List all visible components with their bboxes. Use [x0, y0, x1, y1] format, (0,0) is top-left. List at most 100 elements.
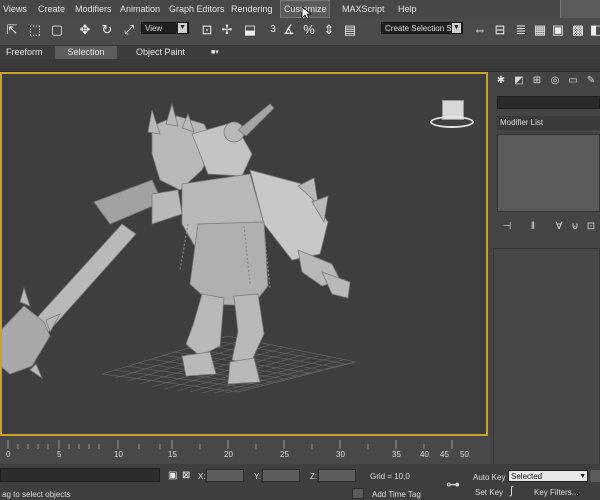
ribbon-panel-strip	[0, 59, 600, 72]
status-bar: ▣ ⊠ X: Y: Z: Grid = 10,0 ag to select ob…	[0, 464, 490, 500]
tick-label: 40	[420, 450, 429, 459]
prompt-text: ag to select objects	[2, 490, 71, 499]
selection-set-dropdown[interactable]: Create Selection Se ▼	[381, 22, 463, 34]
keyboard-shortcut-icon[interactable]: ⬓	[241, 21, 259, 39]
set-key-button[interactable]: Set Key	[475, 488, 503, 497]
create-panel-icon[interactable]: ✱	[494, 74, 508, 88]
tick-label: 0	[6, 450, 11, 459]
pin-stack-icon[interactable]: ⊣	[500, 220, 514, 234]
selection-set-value: Create Selection Se	[385, 24, 457, 33]
menu-create[interactable]: Create	[35, 0, 68, 18]
select-region-icon[interactable]: ▢	[48, 21, 66, 39]
mirror-icon[interactable]: ⇔	[471, 21, 489, 39]
display-panel-icon[interactable]: ▭	[566, 74, 580, 88]
rotate-icon[interactable]: ↻	[98, 21, 116, 39]
move-icon[interactable]: ✥	[76, 21, 94, 39]
modifier-list-label: Modifier List	[500, 118, 544, 127]
show-end-result-icon[interactable]: ‖	[526, 220, 540, 234]
main-toolbar: ⇱ ⬚ ▢ ✥ ↻ ⤢ View ▼ ⊡ ✢ ⬓ 3 ∡ % ⇕ ▤ Creat…	[0, 18, 600, 46]
grid-spacing: Grid = 10,0	[370, 472, 410, 481]
object-name-field[interactable]	[497, 96, 600, 109]
key-filters-button[interactable]: Key Filters...	[534, 488, 578, 497]
add-time-tag-button[interactable]: Add Time Tag	[372, 490, 421, 499]
menu-modifiers[interactable]: Modifiers	[72, 0, 115, 18]
chevron-down-icon: ▼	[178, 23, 187, 33]
viewcube[interactable]	[430, 100, 476, 132]
ribbon-tabs: Freeform Selection Object Paint ■▾	[0, 46, 600, 59]
ribbon-options-icon[interactable]: ■▾	[205, 46, 229, 59]
render-setup-icon[interactable]: ◧	[587, 21, 600, 39]
edit-named-selection-icon[interactable]: ▤	[341, 21, 359, 39]
z-coordinate-field[interactable]	[318, 469, 356, 482]
layer-manager-icon[interactable]: ≣	[512, 21, 530, 39]
utilities-panel-icon[interactable]: ✎	[584, 74, 598, 88]
time-tag-icon[interactable]	[352, 488, 364, 499]
track-bar[interactable]: 0 5 10 15 20 25 30 35 40 45 50	[0, 436, 490, 464]
key-mode-toggle[interactable]	[590, 470, 600, 482]
key-tangent-icon[interactable]: ∫	[510, 485, 513, 497]
menu-animation[interactable]: Animation	[117, 0, 163, 18]
viewport-scene	[2, 102, 357, 394]
tick-label: 20	[224, 450, 233, 459]
modifier-list-dropdown[interactable]: Modifier List	[497, 116, 600, 130]
tab-selection[interactable]: Selection	[55, 46, 117, 59]
lock-selection-icon[interactable]: ▣	[168, 470, 180, 482]
tick-label: 30	[336, 450, 345, 459]
timeline-ruler	[7, 440, 453, 449]
x-coordinate-field[interactable]	[206, 469, 244, 482]
configure-sets-icon[interactable]: ⊡	[584, 220, 598, 234]
snap-number: 3	[270, 24, 276, 35]
material-editor-icon[interactable]: ▩	[569, 21, 587, 39]
select-link-icon[interactable]: ⇱	[3, 21, 21, 39]
tick-label: 45	[440, 450, 449, 459]
spinner-snap-icon[interactable]: ⇕	[320, 21, 338, 39]
motion-panel-icon[interactable]: ◎	[548, 74, 562, 88]
reference-coord-value: View	[145, 24, 163, 33]
tick-label: 50	[460, 450, 469, 459]
menu-help[interactable]: Help	[395, 0, 420, 18]
set-key-mode-icon[interactable]: ⊶	[446, 476, 460, 493]
x-label: X:	[198, 472, 206, 481]
key-selection-dropdown[interactable]: Selected ▼	[508, 470, 588, 482]
viewcube-ring[interactable]	[430, 116, 474, 128]
auto-key-button[interactable]: Auto Key	[473, 473, 505, 482]
schematic-view-icon[interactable]: ▣	[549, 21, 567, 39]
menu-maxscript[interactable]: MAXScript	[339, 0, 388, 18]
tick-label: 35	[392, 450, 401, 459]
chevron-down-icon: ▼	[579, 473, 586, 480]
key-selection-value: Selected	[511, 472, 543, 481]
z-label: Z:	[310, 472, 318, 481]
menu-rendering[interactable]: Rendering	[228, 0, 276, 18]
absolute-mode-icon[interactable]: ⊠	[182, 470, 194, 482]
hierarchy-panel-icon[interactable]: ⊞	[530, 74, 544, 88]
modifier-stack[interactable]	[497, 134, 600, 212]
tick-label: 10	[114, 450, 123, 459]
menu-views[interactable]: Views	[0, 0, 30, 18]
home-grid	[101, 335, 357, 394]
parameters-rollout	[493, 248, 600, 500]
select-object-icon[interactable]: ⬚	[26, 21, 44, 39]
align-icon[interactable]: ⊟	[491, 21, 509, 39]
tab-freeform[interactable]: Freeform	[0, 46, 50, 59]
reference-coord-dropdown[interactable]: View ▼	[141, 22, 189, 34]
maxscript-listener-field[interactable]	[0, 468, 160, 482]
y-label: Y:	[254, 472, 262, 481]
tick-label: 15	[168, 450, 177, 459]
angle-snap-icon[interactable]: ∡	[280, 21, 298, 39]
remove-modifier-icon[interactable]: ⊌	[568, 220, 582, 234]
make-unique-icon[interactable]: ∀	[552, 220, 566, 234]
scale-icon[interactable]: ⤢	[120, 21, 138, 39]
modify-panel-icon[interactable]: ◩	[512, 74, 526, 88]
percent-snap-icon[interactable]: %	[300, 21, 318, 39]
tick-label: 25	[280, 450, 289, 459]
tick-label: 5	[57, 450, 62, 459]
menu-graph-editors[interactable]: Graph Editors	[166, 0, 228, 18]
curve-editor-icon[interactable]: ▦	[531, 21, 549, 39]
pivot-center-icon[interactable]: ⊡	[198, 21, 216, 39]
command-panel: ✱ ◩ ⊞ ◎ ▭ ✎ Modifier List ⊣ ‖ ∀ ⊌ ⊡	[490, 72, 600, 500]
select-manipulate-icon[interactable]: ✢	[218, 21, 236, 39]
tab-object-paint[interactable]: Object Paint	[130, 46, 200, 59]
window-controls	[560, 0, 600, 18]
perspective-viewport[interactable]	[0, 72, 488, 436]
y-coordinate-field[interactable]	[262, 469, 300, 482]
